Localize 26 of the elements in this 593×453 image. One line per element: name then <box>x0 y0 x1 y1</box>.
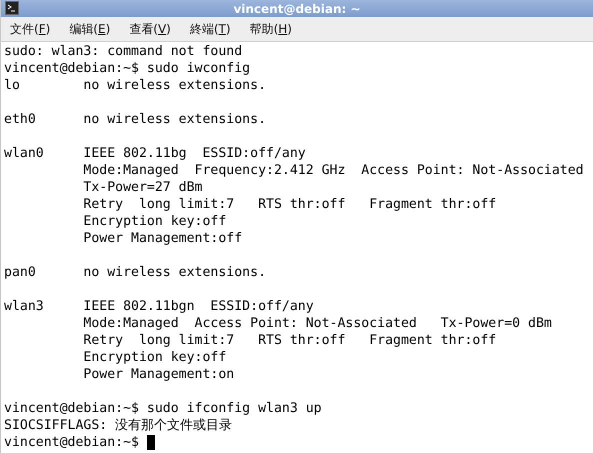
terminal-line: Tx-Power=27 dBm <box>82 179 202 196</box>
terminal-line: Encryption key:off <box>82 213 226 230</box>
terminal-line: eth0 no wireless extensions. <box>4 111 266 128</box>
menu-item[interactable]: 编辑(E) <box>63 18 116 40</box>
terminal-line: lo no wireless extensions. <box>4 77 266 94</box>
menu-item[interactable]: 終端(T) <box>184 18 237 40</box>
terminal-line: sudo: wlan3: command not found <box>4 43 242 60</box>
window-title: vincent@debian: ~ <box>232 2 362 16</box>
terminal-line: Retry long limit:7 RTS thr:off Fragment thr:off <box>82 332 496 349</box>
terminal-line: wlan3 IEEE 802.11bgn ESSID:off/any <box>4 298 314 315</box>
menu-item[interactable]: 文件(F) <box>4 18 56 40</box>
menu-item[interactable]: 帮助(H) <box>244 18 298 40</box>
terminal-line: SIOCSIFFLAGS: 没有那个文件或目录 <box>4 417 232 434</box>
terminal-line: wlan0 IEEE 802.11bg ESSID:off/any <box>4 145 306 162</box>
terminal-line: Power Management:on <box>82 366 234 383</box>
terminal-line: Encryption key:off <box>82 349 226 366</box>
menu-item[interactable]: 查看(V) <box>123 18 177 40</box>
terminal-line: pan0 no wireless extensions. <box>4 264 266 281</box>
terminal-line: vincent@debian:~$ <box>4 434 140 451</box>
terminal-line: vincent@debian:~$ sudo iwconfig <box>4 60 250 77</box>
terminal-line: Mode:Managed Frequency:2.412 GHz Access Point: Not-Associated <box>82 162 584 179</box>
terminal-icon <box>5 1 19 15</box>
terminal-line: vincent@debian:~$ sudo ifconfig wlan3 up <box>4 400 322 417</box>
terminal-line: Retry long limit:7 RTS thr:off Fragment thr:off <box>82 196 496 213</box>
terminal-line: Power Management:off <box>82 230 242 247</box>
terminal-line: Mode:Managed Access Point: Not-Associated Tx-Power=0 dBm <box>82 315 552 332</box>
